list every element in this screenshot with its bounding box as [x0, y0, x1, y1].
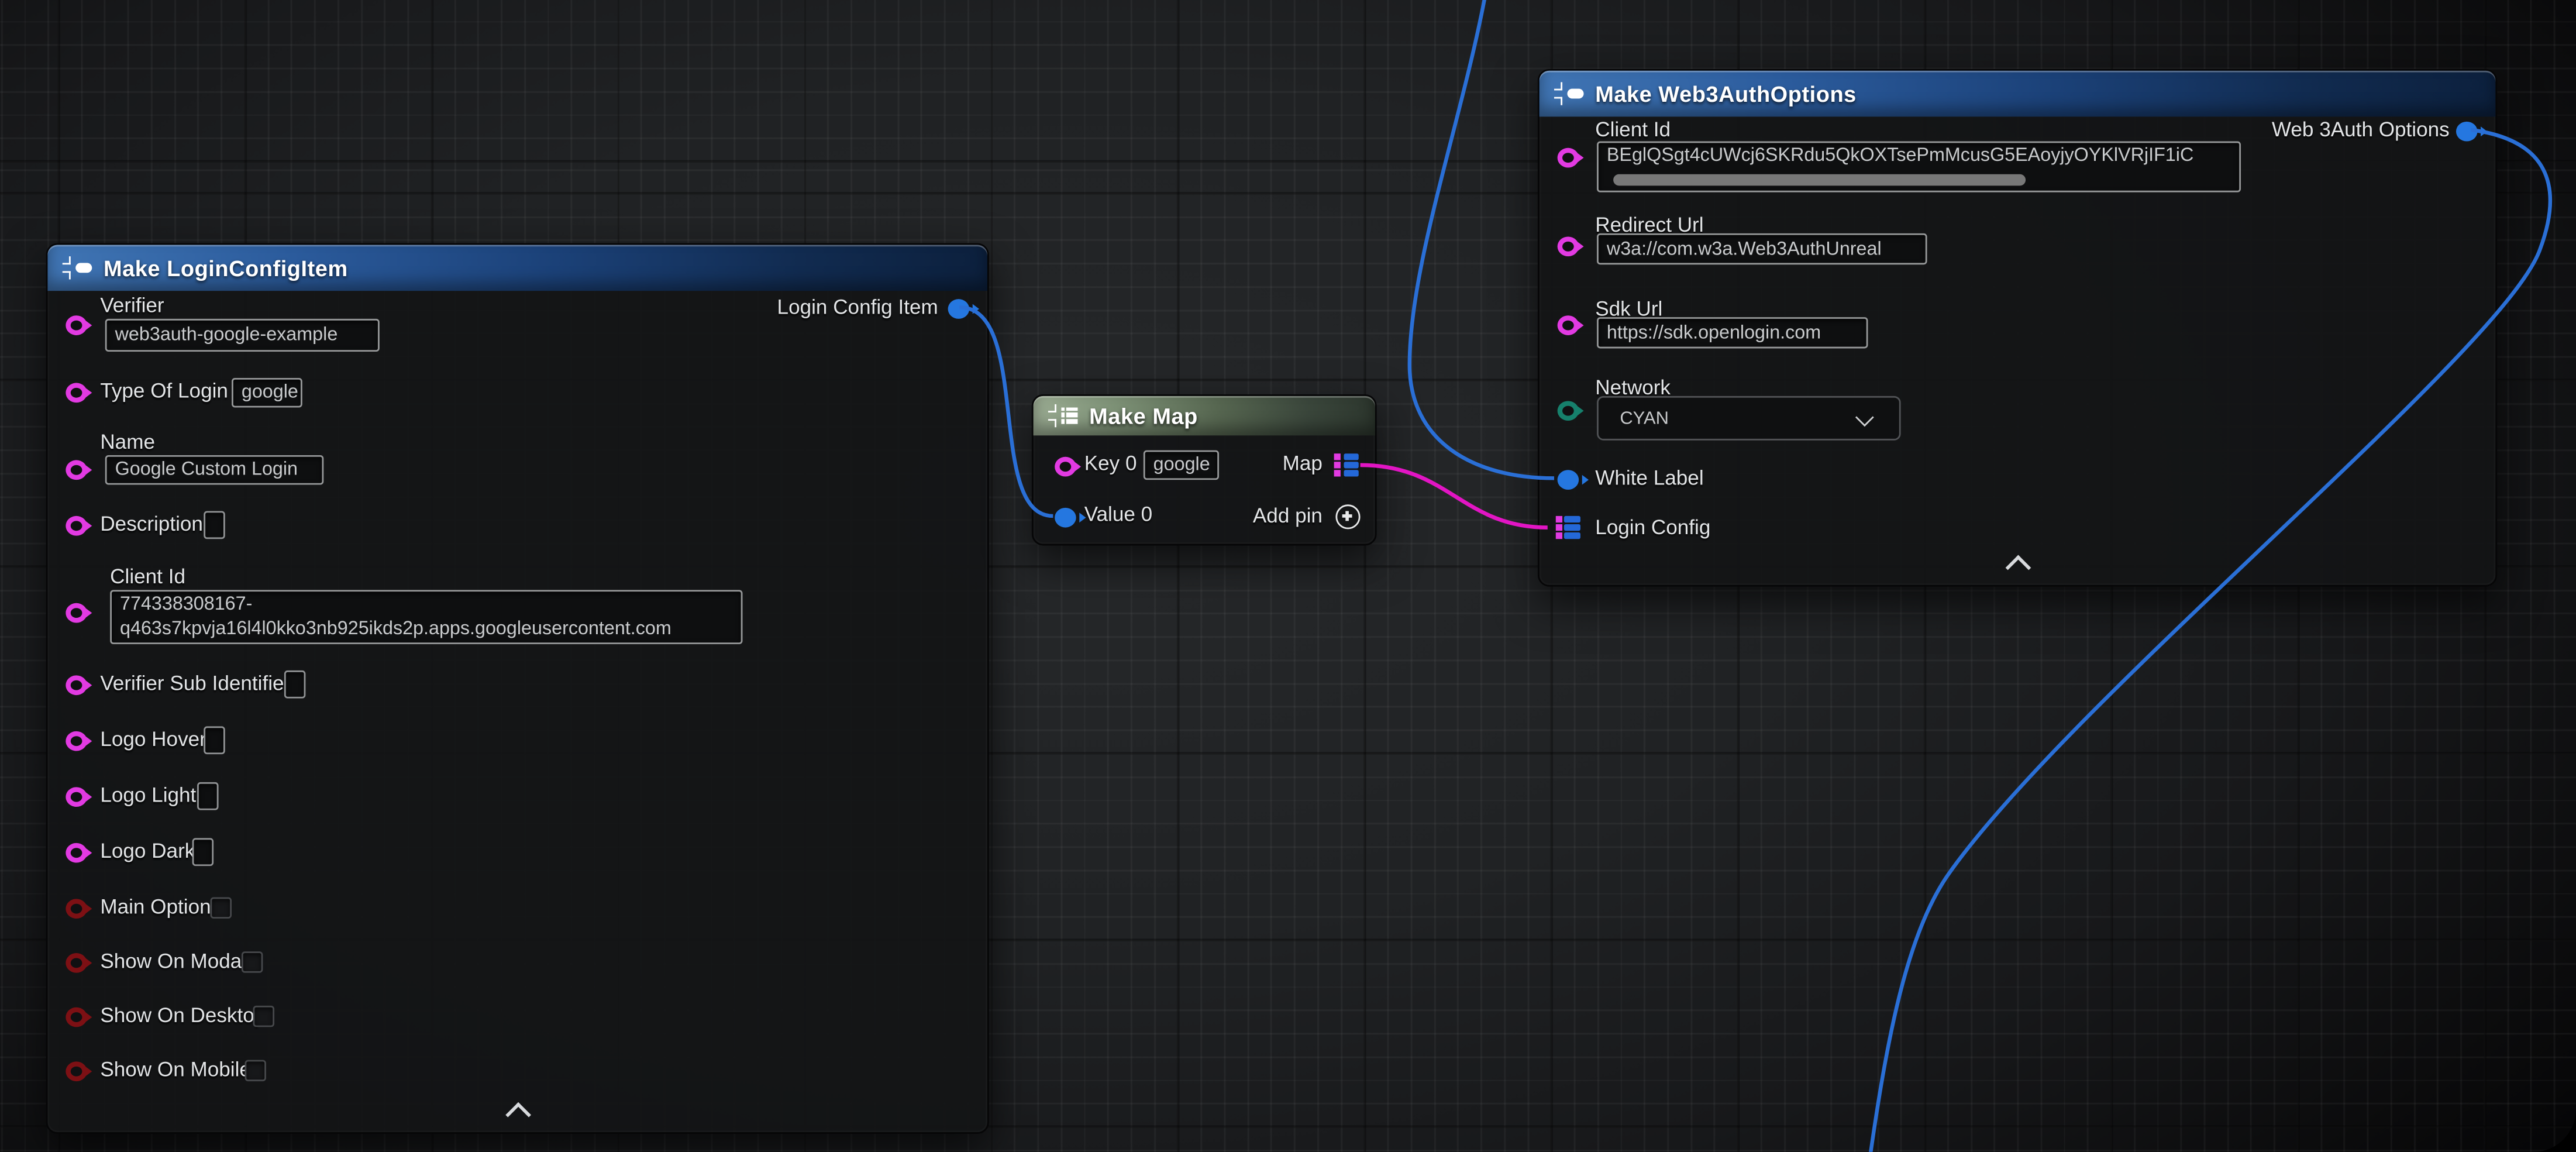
client-id-line-1: 774338308167- — [120, 593, 733, 618]
node-header-make-login-config-item[interactable]: Make LoginConfigItem — [47, 245, 987, 291]
make-struct-icon — [1554, 81, 1584, 106]
pin-label-white-label: White Label — [1595, 467, 1703, 490]
pin-label-show-on-modal: Show On Modal — [100, 950, 246, 972]
sdk-url-input[interactable]: https://sdk.openlogin.com — [1597, 317, 1868, 348]
chevron-down-icon — [1855, 408, 1874, 427]
key0-input[interactable]: google — [1144, 451, 1219, 480]
pin-label-main-option: Main Option — [100, 896, 211, 919]
show-on-desktop-checkbox[interactable] — [253, 1006, 275, 1027]
input-pin-verifier[interactable] — [66, 315, 87, 335]
pin-label-logo-dark: Logo Dark — [100, 840, 195, 862]
logo-light-input[interactable] — [197, 782, 219, 810]
node-make-login-config-item[interactable]: Make LoginConfigItem Login Config Item V… — [46, 243, 989, 1134]
node-title: Make Web3AuthOptions — [1595, 81, 1857, 106]
output-pin-label: Web 3Auth Options — [2272, 118, 2450, 141]
node-make-web3auth-options[interactable]: Make Web3AuthOptions Client Id BEglQSgt4… — [1538, 69, 2497, 587]
input-pin-description[interactable] — [66, 516, 87, 536]
input-pin-verifier-sub-identifier[interactable] — [66, 675, 87, 695]
name-input[interactable]: Google Custom Login — [105, 455, 324, 485]
input-pin-sdk-url[interactable] — [1558, 315, 1579, 335]
input-pin-white-label[interactable] — [1558, 470, 1579, 490]
client-id-line-2: q463s7kpvja16l4l0kko3nb925ikds2p.apps.go… — [120, 618, 733, 642]
node-title: Make LoginConfigItem — [104, 256, 348, 280]
verifier-input[interactable]: web3auth-google-example — [105, 319, 380, 352]
make-map-icon — [1048, 404, 1078, 428]
node-title: Make Map — [1089, 404, 1198, 428]
wire-offscreen-to-white-label[interactable] — [1410, 0, 1554, 478]
pin-label-client-id: Client Id — [110, 565, 185, 588]
client-id-text: BEglQSgt4cUWcj6SKRdu5QkOXTsePmMcusG5EAoy… — [1607, 145, 2231, 169]
pin-label-logo-hover: Logo Hover — [100, 728, 206, 751]
redirect-url-input[interactable]: w3a://com.w3a.Web3AuthUnreal — [1597, 233, 1927, 264]
pin-label-client-id: Client Id — [1595, 118, 1671, 141]
pin-label-name: Name — [100, 431, 155, 453]
pin-label-verifier-sub-identifier: Verifier Sub Identifier — [100, 672, 291, 695]
client-id-scrollbar[interactable] — [1613, 174, 2025, 186]
input-pin-logo-light[interactable] — [66, 787, 87, 807]
node-make-map[interactable]: Make Map Key 0 google Map Value 0 Add pi… — [1032, 394, 1377, 545]
input-pin-client-id[interactable] — [66, 603, 87, 623]
output-pin-map[interactable] — [1335, 453, 1359, 476]
input-pin-value0[interactable] — [1055, 508, 1076, 528]
add-pin-label: Add pin — [1253, 504, 1323, 527]
make-struct-icon — [63, 256, 92, 280]
pin-label-description: Description — [100, 513, 203, 535]
verifier-sub-identifier-input[interactable] — [284, 670, 306, 699]
network-dropdown[interactable]: CYAN — [1597, 396, 1901, 441]
input-pin-show-on-modal[interactable] — [66, 953, 87, 973]
show-on-mobile-checkbox[interactable] — [244, 1060, 266, 1082]
client-id-input[interactable]: BEglQSgt4cUWcj6SKRdu5QkOXTsePmMcusG5EAoy… — [1597, 142, 2241, 192]
input-pin-show-on-desktop[interactable] — [66, 1007, 87, 1027]
collapse-chevron-icon[interactable] — [2006, 555, 2031, 581]
pin-label-value0: Value 0 — [1084, 503, 1152, 525]
logo-dark-input[interactable] — [192, 838, 214, 866]
main-option-checkbox[interactable] — [211, 897, 232, 919]
network-dropdown-value: CYAN — [1620, 408, 1669, 428]
show-on-modal-checkbox[interactable] — [242, 951, 263, 973]
description-input[interactable] — [204, 511, 225, 539]
add-pin-button[interactable] — [1335, 504, 1360, 529]
node-header-make-web3auth-options[interactable]: Make Web3AuthOptions — [1540, 71, 2496, 117]
input-pin-name[interactable] — [66, 460, 87, 480]
pin-label-login-config: Login Config — [1595, 516, 1710, 539]
input-pin-client-id[interactable] — [1558, 148, 1579, 168]
output-pin-label: Login Config Item — [777, 296, 938, 319]
input-pin-redirect-url[interactable] — [1558, 236, 1579, 256]
type-of-login-input[interactable]: google — [232, 378, 302, 408]
input-pin-key0[interactable] — [1055, 457, 1076, 477]
pin-label-show-on-desktop: Show On Desktop — [100, 1004, 266, 1027]
pin-label-type-of-login: Type Of Login — [100, 380, 228, 403]
collapse-chevron-icon[interactable] — [505, 1102, 531, 1128]
pin-label-key0: Key 0 — [1084, 452, 1137, 474]
node-header-make-map[interactable]: Make Map — [1034, 396, 1375, 435]
blueprint-graph-canvas[interactable]: Make LoginConfigItem Login Config Item V… — [0, 0, 2576, 1152]
input-pin-main-option[interactable] — [66, 899, 87, 919]
input-pin-show-on-mobile[interactable] — [66, 1061, 87, 1081]
input-pin-login-config[interactable] — [1556, 516, 1580, 539]
pin-label-verifier: Verifier — [100, 294, 164, 317]
pin-label-logo-light: Logo Light — [100, 784, 196, 807]
logo-hover-input[interactable] — [204, 726, 225, 754]
output-pin-label-map: Map — [1283, 452, 1323, 474]
input-pin-logo-dark[interactable] — [66, 843, 87, 863]
input-pin-logo-hover[interactable] — [66, 731, 87, 751]
input-pin-type-of-login[interactable] — [66, 383, 87, 403]
input-pin-network[interactable] — [1558, 401, 1579, 421]
pin-label-show-on-mobile: Show On Mobile — [100, 1058, 251, 1081]
client-id-input[interactable]: 774338308167- q463s7kpvja16l4l0kko3nb925… — [110, 590, 742, 644]
